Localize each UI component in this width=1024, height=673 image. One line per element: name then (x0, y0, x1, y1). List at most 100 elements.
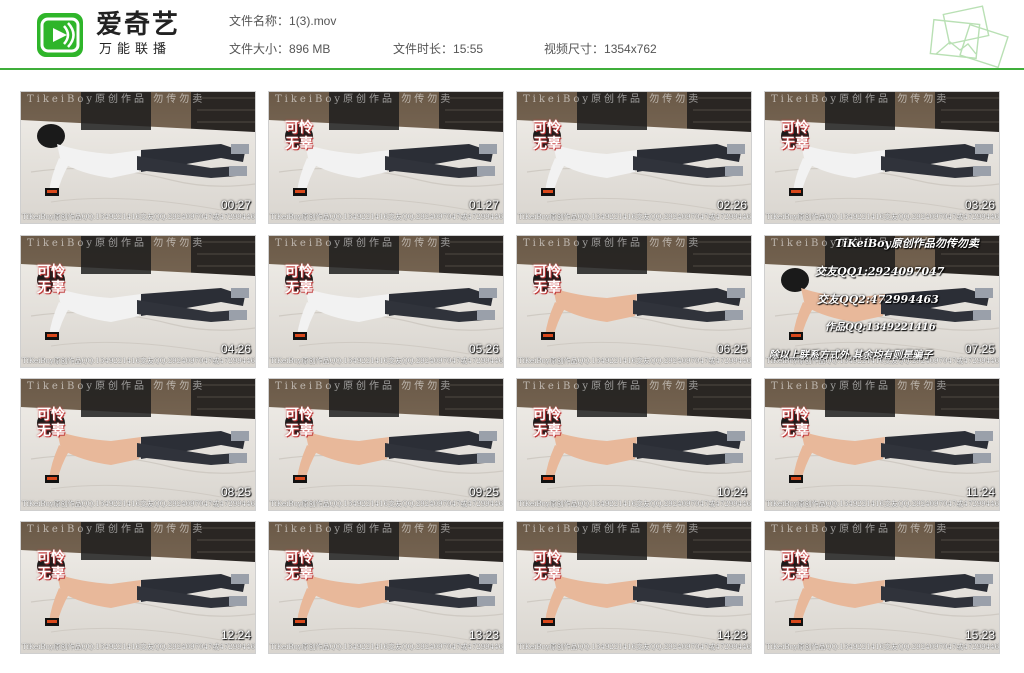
video-thumbnail[interactable]: TikeiBoy原创作品 勿传勿卖 可怜 无辜 03:26 TiKeiBoy原创作品Q… (764, 91, 1000, 224)
video-thumbnail[interactable]: TikeiBoy原创作品 勿传勿卖 00:27 TiKeiBoy原创作品QQ:134… (20, 91, 256, 224)
thumbnail-image (21, 236, 255, 367)
watermark-tag: 可怜 无辜 (285, 407, 313, 439)
watermark-top: TikeiBoy原创作品 勿传勿卖 (523, 524, 702, 535)
overlay-contact-line: 交友QQ2:472994463 (817, 293, 939, 306)
video-thumbnail[interactable]: TikeiBoy原创作品 勿传勿卖 可怜 无辜 09:25 TiKeiBoy原创作品Q… (268, 378, 504, 511)
watermark-tag: 可怜 无辜 (285, 550, 313, 582)
thumbnail-timestamp: 08:25 (220, 485, 251, 499)
file-size-label: 文件大小： (229, 42, 290, 56)
thumbnail-timestamp: 03:26 (964, 198, 995, 212)
watermark-tag: 可怜 无辜 (533, 407, 561, 439)
watermark-tag: 可怜 无辜 (285, 120, 313, 152)
video-thumbnail[interactable]: TikeiBoy原创作品 勿传勿卖可怜 无辜 13:23 TiKeiBoy原创作品Q… (268, 521, 504, 654)
watermark-top: TikeiBoy原创作品 勿传勿卖 (771, 524, 950, 535)
watermark-bottom: TiKeiBoy原创作品QQ:1349221416交友QQ:2924097047… (518, 357, 752, 365)
watermark-bottom: TiKeiBoy原创作品QQ:1349221416交友QQ:2924097047… (22, 213, 256, 221)
watermark-bottom: TiKeiBoy原创作品QQ:1349221416交友QQ:2924097047… (270, 643, 504, 651)
thumbnail-timestamp: 00:27 (220, 198, 251, 212)
watermark-tag: 可怜 无辜 (37, 264, 65, 296)
watermark-tag: 可怜 无辜 (37, 407, 65, 439)
file-duration-row: 文件时长：15:55 (393, 42, 483, 56)
watermark-bottom: TiKeiBoy原创作品QQ:1349221416交友QQ:2924097047… (22, 643, 256, 651)
watermark-tag: 可怜 无辜 (533, 550, 561, 582)
thumbnail-image (765, 92, 999, 223)
video-thumbnail[interactable]: TikeiBoy原创作品 勿传勿卖可怜 无辜 11:24 TiKeiBoy原创作品Q… (764, 378, 1000, 511)
video-thumbnail[interactable]: TikeiBoy原创作品 勿传勿卖可怜 无辜 04:26 TiKeiBoy原创作品Q… (20, 235, 256, 368)
video-thumbnail[interactable]: TikeiBoy原创作品 勿传勿卖 可怜 无辜 10:24 TiKeiBoy原创作品Q… (516, 378, 752, 511)
thumbnail-timestamp: 14:23 (716, 628, 747, 642)
watermark-bottom: TiKeiBoy原创作品QQ:1349221416交友QQ:2924097047… (766, 643, 1000, 651)
thumbnail-timestamp: 11:24 (965, 485, 995, 499)
thumbnail-image (517, 379, 751, 510)
brand-title: 爱奇艺 (96, 10, 181, 40)
video-thumbnail[interactable]: TikeiBoy原创作品 勿传勿卖可怜 无辜 14:23 TiKeiBoy原创作品Q… (516, 521, 752, 654)
watermark-bottom: TiKeiBoy原创作品QQ:1349221416交友QQ:2924097047… (766, 500, 1000, 508)
thumbnail-image (21, 522, 255, 653)
thumbnail-image (21, 379, 255, 510)
thumbnail-image (765, 379, 999, 510)
video-thumbnail[interactable]: TikeiBoy原创作品 勿传勿卖可怜 无辜 05:26 TiKeiBoy原创作品Q… (268, 235, 504, 368)
video-thumbnail[interactable]: TikeiBoy原创作品 勿传勿卖 可怜 无辜 12:24 TiKeiBoy原创作品Q… (20, 521, 256, 654)
thumbnail-image (21, 92, 255, 223)
thumbnail-image (765, 522, 999, 653)
watermark-bottom: TiKeiBoy原创作品QQ:1349221416交友QQ:2924097047… (270, 500, 504, 508)
watermark-top: TikeiBoy原创作品 勿传勿卖 (275, 524, 454, 535)
iqiyi-logo-icon (37, 13, 83, 57)
overlay-contact-line: 交友QQ1:2924097047 (815, 265, 945, 278)
decorative-photos-icon (929, 5, 1009, 68)
thumbnail-image (517, 522, 751, 653)
watermark-tag: 可怜 无辜 (285, 264, 313, 296)
video-dimensions-value: 1354x762 (604, 42, 657, 56)
watermark-tag: 可怜 无辜 (781, 407, 809, 439)
header: 爱奇艺 万能联播 文件名称：1(3).mov 文件大小：896 MB 文件时长：… (0, 0, 1024, 70)
video-thumbnail[interactable]: TikeiBoy原创作品 勿传勿卖可怜 无辜 15:23 TiKeiBoy原创作品Q… (764, 521, 1000, 654)
watermark-top: TikeiBoy原创作品 勿传勿卖 (27, 238, 206, 249)
thumbnail-timestamp: 12:24 (220, 628, 251, 642)
watermark-top: TikeiBoy原创作品 勿传勿卖 (523, 238, 702, 249)
watermark-top: TikeiBoy原创作品 勿传勿卖 (275, 238, 454, 249)
video-thumbnail[interactable]: TikeiBoy原创作品 勿传勿卖 TiKeiBoy原创作品勿传勿卖 交友QQ1:2… (764, 235, 1000, 368)
watermark-bottom: TiKeiBoy原创作品QQ:1349221416交友QQ:2924097047… (22, 357, 256, 365)
watermark-bottom: TiKeiBoy原创作品QQ:1349221416交友QQ:2924097047… (518, 500, 752, 508)
watermark-bottom: TiKeiBoy原创作品QQ:1349221416交友QQ:2924097047… (518, 643, 752, 651)
file-name-row: 文件名称：1(3).mov (229, 14, 336, 28)
thumbnail-timestamp: 07:25 (964, 342, 995, 356)
video-thumbnail[interactable]: TikeiBoy原创作品 勿传勿卖可怜 无辜 08:25 TiKeiBoy原创作品Q… (20, 378, 256, 511)
thumbnail-timestamp: 06:25 (716, 342, 747, 356)
thumbnail-sheet: 爱奇艺 万能联播 文件名称：1(3).mov 文件大小：896 MB 文件时长：… (0, 0, 1024, 673)
video-thumbnail[interactable]: TikeiBoy原创作品 勿传勿卖可怜 无辜 02:26 TiKeiBoy原创作品Q… (516, 91, 752, 224)
video-dimensions-row: 视频尺寸：1354x762 (544, 42, 657, 56)
watermark-bottom: TiKeiBoy原创作品QQ:1349221416交友QQ:2924097047… (766, 357, 1000, 365)
video-thumbnail[interactable]: TikeiBoy原创作品 勿传勿卖可怜 无辜 06:25 TiKeiBoy原创作品Q… (516, 235, 752, 368)
thumbnail-image (517, 92, 751, 223)
video-dimensions-label: 视频尺寸： (544, 42, 605, 56)
file-name-label: 文件名称： (229, 14, 290, 28)
watermark-top: TikeiBoy原创作品 勿传勿卖 (27, 94, 206, 105)
thumbnail-image (269, 236, 503, 367)
watermark-top: TikeiBoy原创作品 勿传勿卖 (523, 94, 702, 105)
thumbnail-timestamp: 09:25 (468, 485, 499, 499)
watermark-top: TikeiBoy原创作品 勿传勿卖 (771, 381, 950, 392)
thumbnail-grid: TikeiBoy原创作品 勿传勿卖 00:27 TiKeiBoy原创作品QQ:134… (20, 91, 1004, 657)
watermark-bottom: TiKeiBoy原创作品QQ:1349221416交友QQ:2924097047… (270, 213, 504, 221)
overlay-contact-line: TiKeiBoy原创作品勿传勿卖 (835, 237, 979, 250)
watermark-top: TikeiBoy原创作品 勿传勿卖 (27, 381, 206, 392)
watermark-bottom: TiKeiBoy原创作品QQ:1349221416交友QQ:2924097047… (22, 500, 256, 508)
thumbnail-timestamp: 02:26 (716, 198, 747, 212)
watermark-top: TikeiBoy原创作品 勿传勿卖 (27, 524, 206, 535)
thumbnail-timestamp: 15:23 (964, 628, 995, 642)
thumbnail-timestamp: 13:23 (468, 628, 499, 642)
watermark-bottom: TiKeiBoy原创作品QQ:1349221416交友QQ:2924097047… (518, 213, 752, 221)
watermark-tag: 可怜 无辜 (533, 264, 561, 296)
thumbnail-image (269, 379, 503, 510)
thumbnail-timestamp: 05:26 (468, 342, 499, 356)
watermark-tag: 可怜 无辜 (781, 550, 809, 582)
video-thumbnail[interactable]: TikeiBoy原创作品 勿传勿卖 可怜 无辜 01:27 TiKeiBoy原创作品Q… (268, 91, 504, 224)
watermark-bottom: TiKeiBoy原创作品QQ:1349221416交友QQ:2924097047… (766, 213, 1000, 221)
thumbnail-timestamp: 04:26 (220, 342, 251, 356)
watermark-bottom: TiKeiBoy原创作品QQ:1349221416交友QQ:2924097047… (270, 357, 504, 365)
thumbnail-timestamp: 10:24 (716, 485, 747, 499)
watermark-tag: 可怜 无辜 (533, 120, 561, 152)
file-duration-value: 15:55 (453, 42, 484, 56)
thumbnail-timestamp: 01:27 (468, 198, 499, 212)
